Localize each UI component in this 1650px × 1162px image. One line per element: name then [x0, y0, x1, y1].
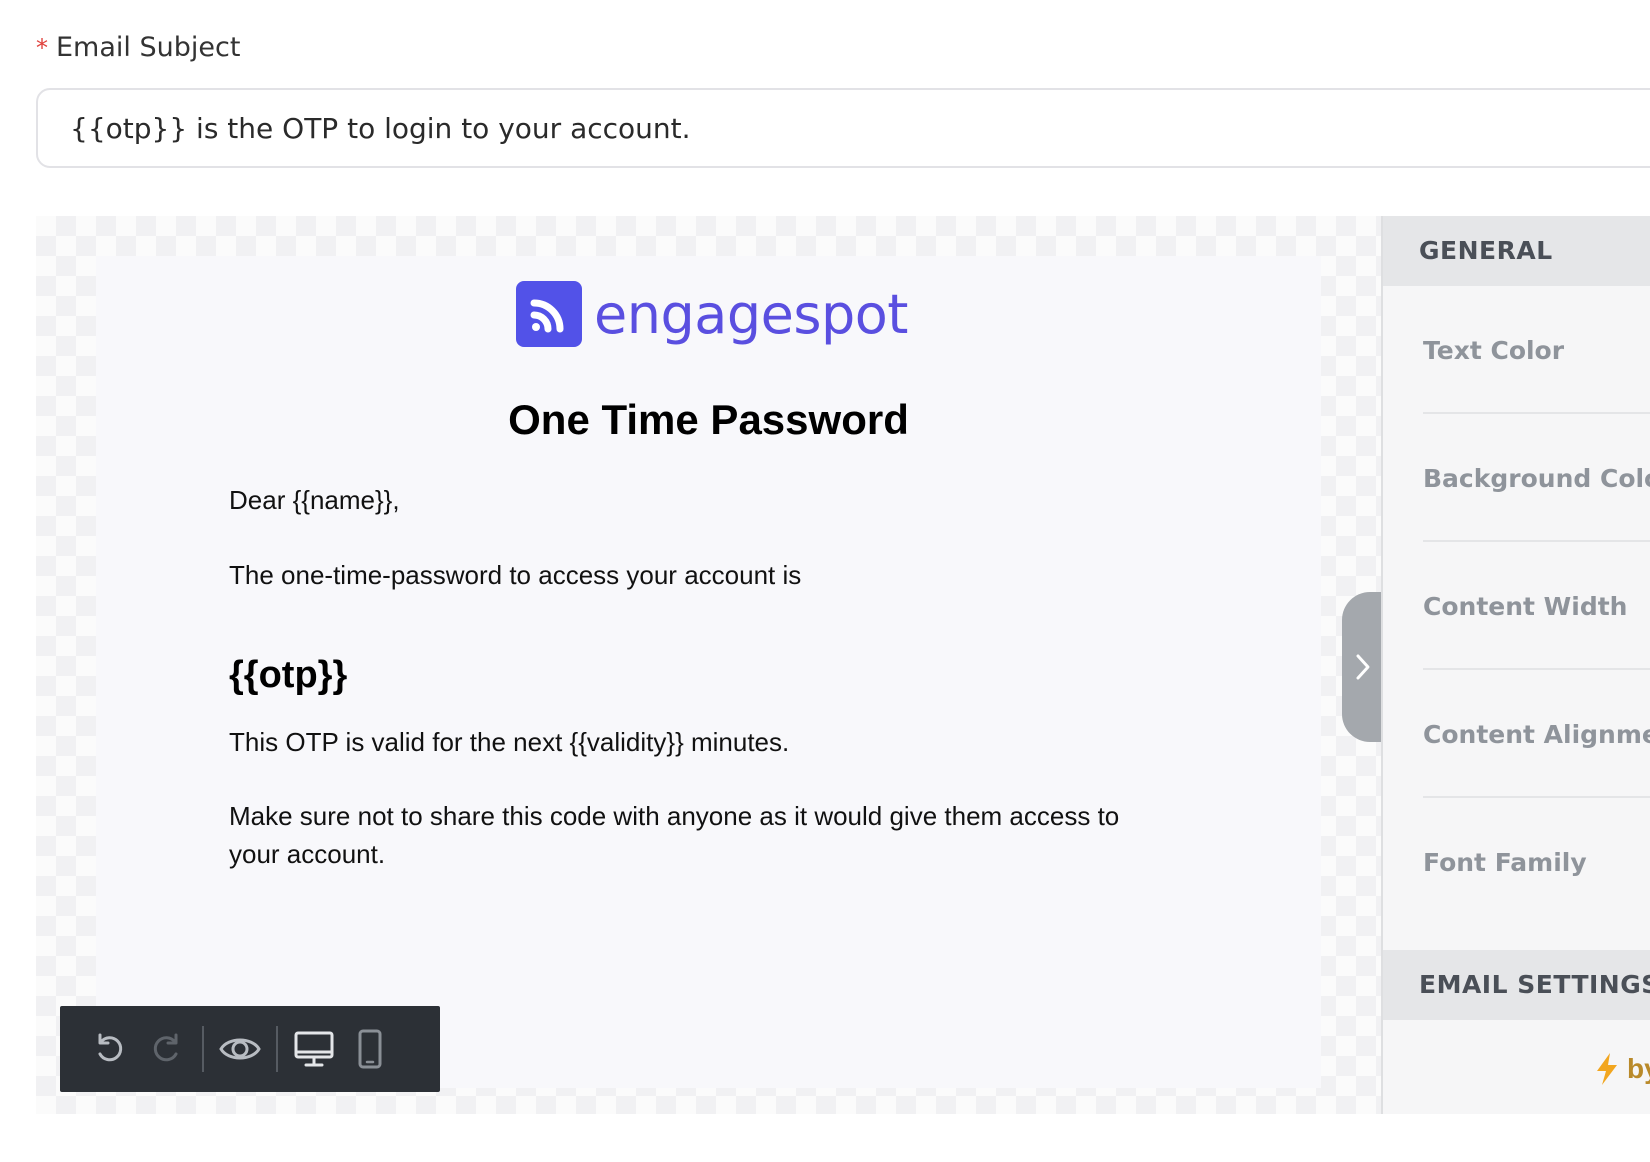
desktop-icon [294, 1031, 334, 1067]
required-marker: * [36, 34, 48, 62]
desktop-view-button[interactable] [286, 1021, 342, 1077]
undo-button[interactable] [82, 1021, 138, 1077]
mobile-view-button[interactable] [342, 1021, 398, 1077]
panel-collapse-handle[interactable] [1342, 592, 1384, 742]
eye-icon [219, 1038, 261, 1060]
email-warning-line1: Make sure not to share this code with an… [229, 801, 1120, 831]
toolbar-divider [202, 1026, 204, 1072]
email-warning-line2: your account. [229, 839, 386, 869]
redo-button[interactable] [138, 1021, 194, 1077]
subject-label: * Email Subject [36, 32, 240, 63]
background-color-setting[interactable]: Background Color [1423, 414, 1650, 542]
chevron-right-icon [1356, 654, 1370, 680]
email-canvas: engagespot One Time Password Dear {{name… [36, 216, 1381, 1114]
engagespot-logo: engagespot [516, 281, 908, 347]
email-title: One Time Password [508, 396, 909, 443]
font-family-setting[interactable]: Font Family [1423, 798, 1650, 926]
logo-mark-icon [516, 281, 582, 347]
editor-toolbar [60, 1006, 440, 1092]
email-body[interactable]: engagespot One Time Password Dear {{name… [96, 256, 1321, 1088]
email-settings-section-header[interactable]: EMAIL SETTINGS [1383, 950, 1650, 1020]
toolbar-divider [276, 1026, 278, 1072]
general-section-header[interactable]: GENERAL [1383, 216, 1650, 286]
logo-text: engagespot [594, 282, 908, 346]
powered-by-text: by [1627, 1053, 1650, 1084]
redo-icon [153, 1033, 178, 1062]
email-intro: The one-time-password to access your acc… [229, 560, 802, 590]
otp-code: {{otp}} [229, 654, 348, 696]
mobile-icon [358, 1029, 382, 1069]
powered-by[interactable]: by [1593, 1051, 1650, 1087]
preview-button[interactable] [212, 1021, 268, 1077]
content-alignment-setting[interactable]: Content Alignment [1423, 670, 1650, 798]
content-width-setting[interactable]: Content Width [1423, 542, 1650, 670]
email-subject-input[interactable] [36, 88, 1650, 168]
email-greeting: Dear {{name}}, [229, 485, 400, 515]
email-validity: This OTP is valid for the next {{validit… [229, 727, 790, 757]
undo-icon [98, 1033, 123, 1062]
subject-label-text: Email Subject [56, 32, 241, 63]
text-color-setting[interactable]: Text Color [1423, 286, 1650, 414]
lightning-icon [1597, 1053, 1617, 1085]
settings-panel: GENERAL Text Color Background Color Cont… [1381, 216, 1650, 1114]
